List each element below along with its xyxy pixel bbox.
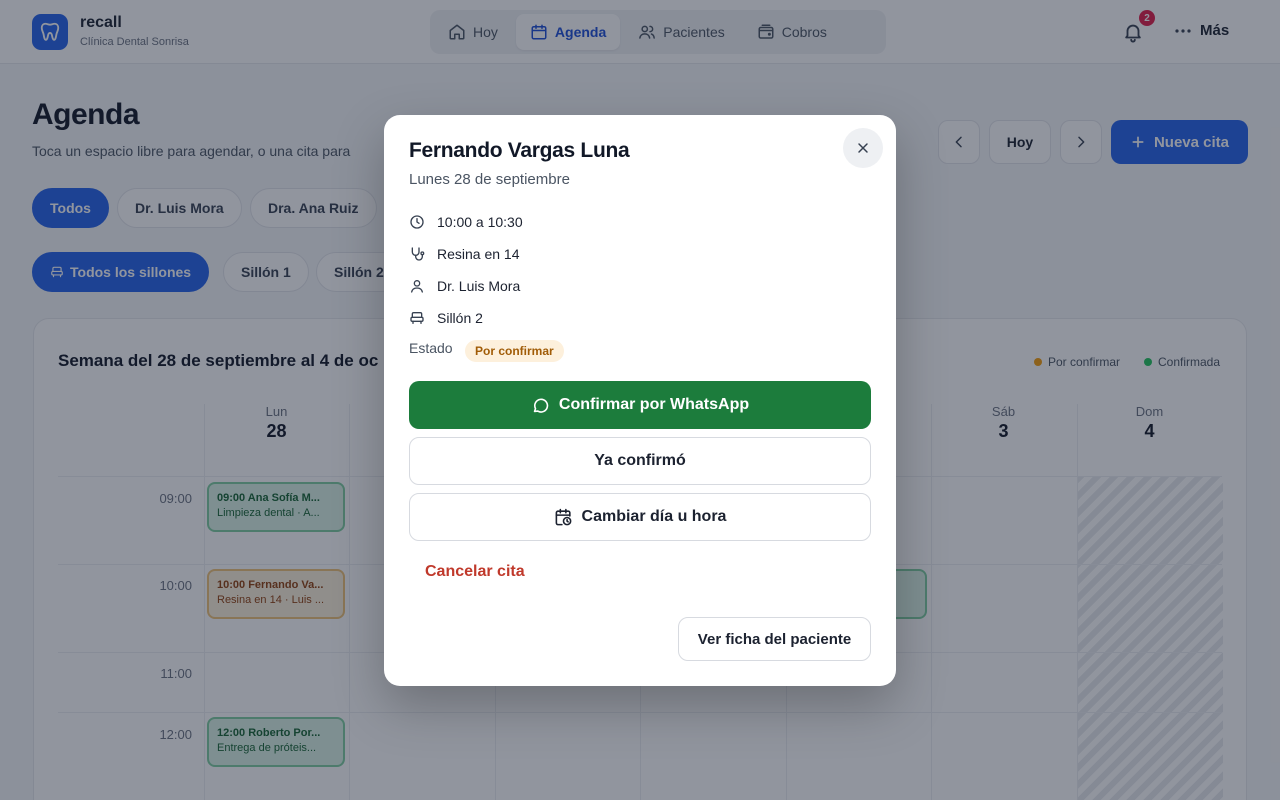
chair-row: Sillón 2 [409,308,483,328]
appointment-time-row: 10:00 a 10:30 [409,212,523,232]
calendar-clock-icon [555,508,571,525]
doctor-name: Dr. Luis Mora [437,278,521,294]
cancel-appointment-link[interactable]: Cancelar cita [425,563,525,581]
status-label: Estado [409,340,453,356]
view-patient-record-button[interactable]: Ver ficha del paciente [678,617,871,661]
confirm-whatsapp-button[interactable]: Confirmar por WhatsApp [409,381,871,429]
message-bubble-icon [533,398,549,413]
doctor-row: Dr. Luis Mora [409,276,520,296]
reschedule-button[interactable]: Cambiar día u hora [409,493,871,541]
button-label: Cambiar día u hora [581,508,727,525]
chair-name: Sillón 2 [437,310,483,326]
chair-icon [410,312,424,324]
button-label: Ya confirmó [594,452,686,469]
appointment-detail-modal: Fernando Vargas Luna Lunes 28 de septiem… [384,115,896,686]
patient-name: Fernando Vargas Luna [409,139,630,162]
clock-icon [410,215,424,229]
user-icon [411,280,423,293]
appointment-date: Lunes 28 de septiembre [409,171,570,188]
close-button[interactable] [843,128,883,168]
treatment-name: Resina en 14 [437,246,520,262]
status-badge: Por confirmar [465,340,564,362]
stethoscope-icon [411,247,425,261]
button-label: Confirmar por WhatsApp [558,396,750,413]
treatment-row: Resina en 14 [409,244,520,264]
close-icon [858,143,868,153]
appointment-time: 10:00 a 10:30 [437,214,523,230]
already-confirmed-button[interactable]: Ya confirmó [409,437,871,485]
